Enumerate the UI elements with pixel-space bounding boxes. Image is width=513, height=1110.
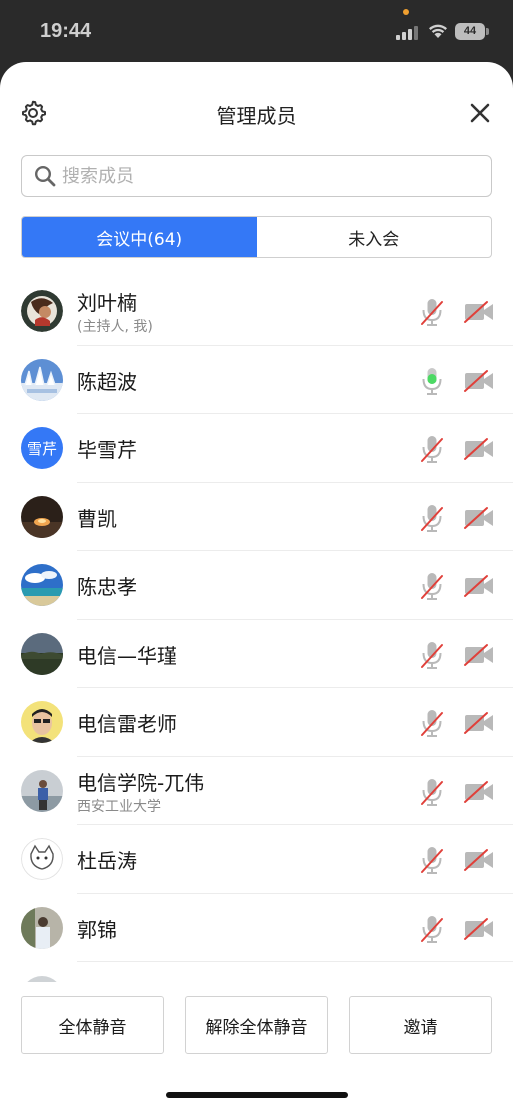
avatar — [21, 838, 63, 880]
member-row[interactable]: 刘叶楠 (主持人, 我) — [0, 277, 513, 346]
close-icon[interactable] — [468, 101, 492, 125]
avatar — [21, 358, 63, 401]
status-bar: 19:44 44 — [0, 0, 513, 62]
search-field[interactable] — [21, 155, 492, 197]
mic-active-icon[interactable] — [420, 366, 444, 396]
member-tabs: 会议中(64) 未入会 — [21, 216, 492, 258]
member-name: 电信—华瑾 — [77, 643, 177, 668]
avatar: 雪芹 — [21, 427, 63, 469]
mic-muted-icon[interactable] — [420, 434, 444, 464]
member-name: 电信学院-兀伟 — [77, 770, 205, 795]
camera-off-icon[interactable] — [463, 369, 495, 393]
member-list: 刘叶楠 (主持人, 我) 陈超波 雪芹 毕雪芹 曹凯 陈忠孝 电信—华瑾 电信雷… — [0, 277, 513, 962]
tab-not-joined[interactable]: 未入会 — [257, 217, 492, 257]
member-name: 郭锦 — [77, 917, 117, 942]
avatar — [21, 495, 63, 538]
avatar — [21, 769, 63, 812]
member-name: 陈超波 — [77, 369, 137, 394]
wifi-icon — [429, 24, 447, 38]
member-role: (主持人, 我) — [77, 319, 153, 335]
cellular-signal-icon — [396, 24, 418, 40]
mic-muted-icon[interactable] — [420, 708, 444, 738]
privacy-indicator-dot — [403, 9, 409, 15]
camera-off-icon[interactable] — [463, 643, 495, 667]
member-row[interactable]: 曹凯 — [0, 483, 513, 552]
invite-button[interactable]: 邀请 — [349, 996, 492, 1054]
mic-muted-icon[interactable] — [420, 845, 444, 875]
unmute-all-button[interactable]: 解除全体静音 — [185, 996, 328, 1054]
battery-indicator: 44 — [455, 23, 489, 40]
camera-off-icon[interactable] — [463, 437, 495, 461]
member-organization: 西安工业大学 — [77, 798, 161, 815]
avatar — [21, 564, 63, 606]
member-row[interactable]: 郭锦 — [0, 894, 513, 963]
member-name: 毕雪芹 — [77, 438, 137, 462]
search-input[interactable] — [62, 165, 462, 187]
camera-off-icon[interactable] — [463, 780, 495, 804]
search-icon — [34, 165, 56, 187]
member-row[interactable]: 陈忠孝 — [0, 551, 513, 620]
mic-muted-icon[interactable] — [420, 914, 444, 944]
mic-muted-icon[interactable] — [420, 571, 444, 601]
camera-off-icon[interactable] — [463, 300, 495, 324]
member-row[interactable]: 电信雷老师 — [0, 688, 513, 757]
member-row[interactable]: 杜岳涛 — [0, 825, 513, 894]
member-row[interactable]: 电信学院-兀伟 西安工业大学 — [0, 757, 513, 826]
member-name: 电信雷老师 — [77, 712, 177, 736]
mic-muted-icon[interactable] — [420, 297, 444, 327]
avatar — [21, 701, 63, 743]
mic-muted-icon[interactable] — [420, 777, 444, 807]
sheet-header: 管理成员 — [0, 62, 513, 162]
home-indicator[interactable] — [166, 1092, 348, 1098]
page-title: 管理成员 — [216, 104, 297, 128]
mic-muted-icon[interactable] — [420, 640, 444, 670]
manage-members-sheet: 管理成员 会议中(64) 未入会 刘叶楠 (主持人, 我) — [0, 62, 513, 1110]
status-time: 19:44 — [40, 20, 92, 42]
footer-actions: 全体静音 解除全体静音 邀请 — [0, 982, 513, 1110]
camera-off-icon[interactable] — [463, 917, 495, 941]
member-row[interactable]: 雪芹 毕雪芹 — [0, 414, 513, 483]
camera-off-icon[interactable] — [463, 506, 495, 530]
member-name: 刘叶楠 — [77, 291, 137, 315]
avatar — [21, 290, 63, 332]
member-row[interactable]: 电信—华瑾 — [0, 620, 513, 689]
tab-in-meeting[interactable]: 会议中(64) — [22, 217, 257, 257]
mic-muted-icon[interactable] — [420, 503, 444, 533]
camera-off-icon[interactable] — [463, 574, 495, 598]
mute-all-button[interactable]: 全体静音 — [21, 996, 164, 1054]
camera-off-icon[interactable] — [463, 711, 495, 735]
member-row[interactable]: 陈超波 — [0, 346, 513, 415]
member-name: 陈忠孝 — [77, 575, 137, 599]
avatar — [21, 906, 63, 949]
avatar — [21, 632, 63, 675]
member-name: 曹凯 — [77, 506, 117, 531]
camera-off-icon[interactable] — [463, 848, 495, 872]
member-name: 杜岳涛 — [77, 849, 137, 873]
